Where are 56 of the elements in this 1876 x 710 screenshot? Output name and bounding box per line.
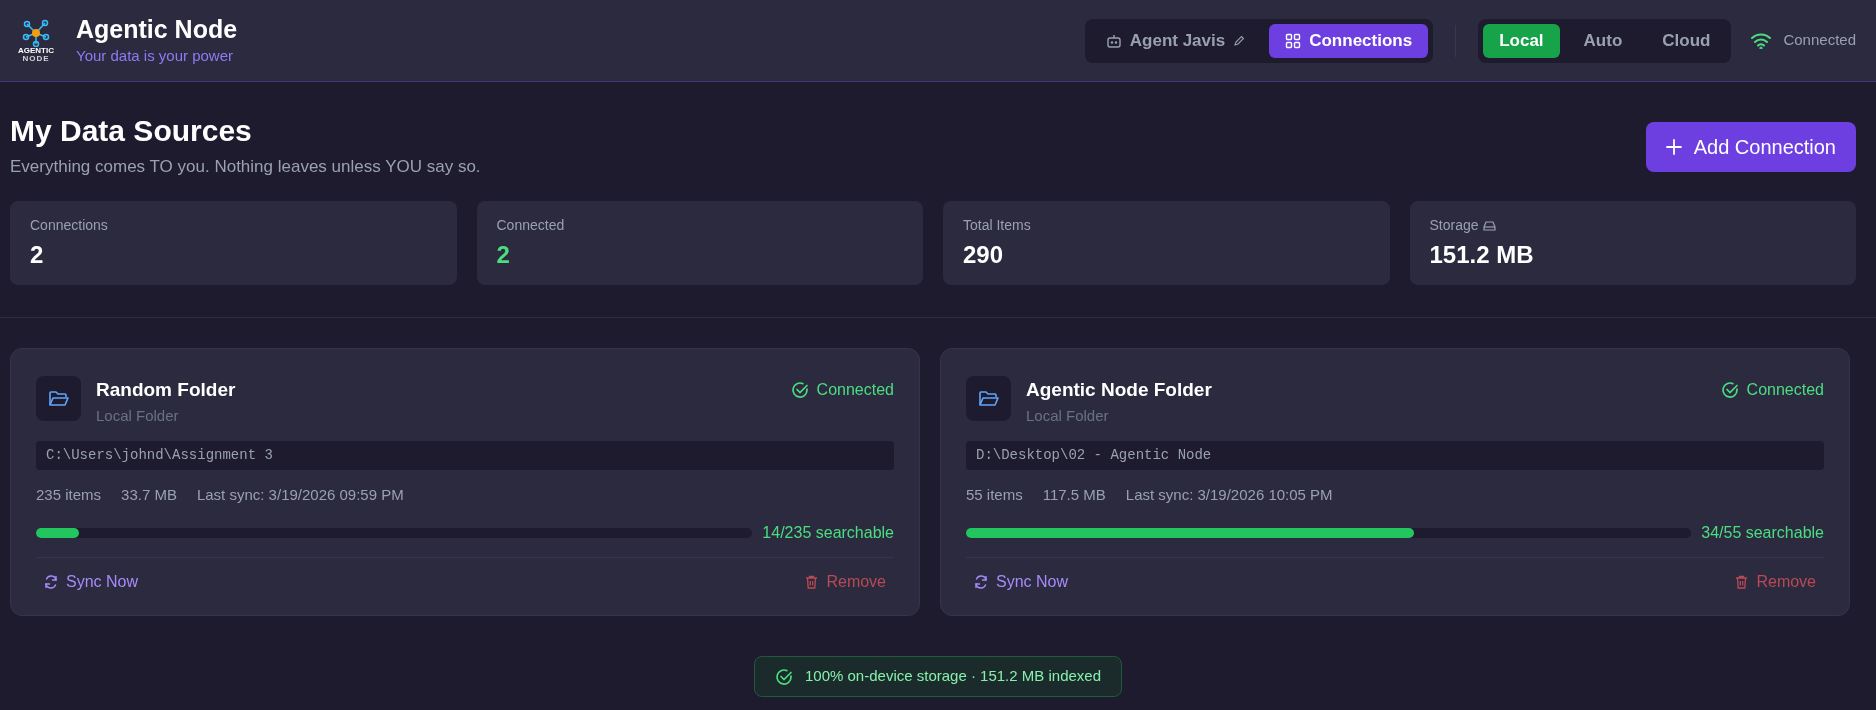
check-circle-icon xyxy=(775,667,793,686)
folder-icon xyxy=(966,376,1011,421)
drive-icon xyxy=(1482,219,1496,232)
item-count: 235 items xyxy=(36,485,102,505)
source-name: Agentic Node Folder xyxy=(1026,378,1212,402)
stat-value: 151.2 MB xyxy=(1429,240,1535,270)
searchable-count: 34/55 searchable xyxy=(1701,522,1824,543)
refresh-icon xyxy=(974,574,988,589)
item-count: 55 items xyxy=(966,485,1023,505)
grid-icon xyxy=(1285,32,1302,49)
stat-label: Connections xyxy=(30,216,108,235)
stat-label: Total Items xyxy=(963,216,1031,235)
logo-icon xyxy=(22,18,50,47)
stat-value: 2 xyxy=(496,240,511,270)
app-title: Agentic Node xyxy=(76,13,238,45)
folder-icon xyxy=(36,376,81,421)
wifi-icon xyxy=(1751,32,1772,49)
connection-status: Connected xyxy=(1783,30,1856,51)
logo-text: AGENTIC xyxy=(18,46,54,55)
view-tab[interactable]: Connections xyxy=(1269,23,1429,58)
pencil-icon xyxy=(1233,34,1246,47)
check-circle-icon xyxy=(790,381,809,399)
view-tab[interactable]: Agent Javis xyxy=(1089,23,1262,58)
page-subtitle: Everything comes TO you. Nothing leaves unless YOU say so. xyxy=(10,155,481,178)
mode-tab[interactable]: Local xyxy=(1483,23,1560,58)
stat-label: Connected xyxy=(496,216,565,235)
mode-tab[interactable]: Cloud xyxy=(1646,23,1727,58)
page-title: My Data Sources xyxy=(10,113,253,149)
source-status: Connected xyxy=(1746,380,1824,400)
last-sync: Last sync: 3/19/2026 10:05 PM xyxy=(1125,485,1333,505)
refresh-icon xyxy=(44,574,58,589)
searchable-count: 14/235 searchable xyxy=(762,522,894,543)
size-text: 117.5 MB xyxy=(1042,485,1106,505)
mode-tab[interactable]: Auto xyxy=(1567,23,1639,58)
sync-button[interactable]: Sync Now xyxy=(974,569,1069,594)
plus-icon xyxy=(1665,139,1682,155)
add-connection-button[interactable]: Add Connection xyxy=(1645,122,1856,172)
stat-value: 2 xyxy=(30,240,45,270)
tagline: Your data is your power xyxy=(76,45,235,66)
sync-button[interactable]: Sync Now xyxy=(44,569,139,594)
source-name: Random Folder xyxy=(96,378,236,402)
last-sync: Last sync: 3/19/2026 09:59 PM xyxy=(196,485,404,505)
robot-icon xyxy=(1105,32,1122,49)
path-field: C:\Users\johnd\Assignment 3 xyxy=(36,441,894,470)
stat-label: Storage xyxy=(1429,216,1479,235)
stat-value: 290 xyxy=(963,240,1005,270)
size-text: 33.7 MB xyxy=(121,485,177,505)
source-status: Connected xyxy=(816,380,894,400)
trash-icon xyxy=(805,574,819,589)
storage-badge: 100% on-device storage · 151.2 MB indexed xyxy=(754,656,1122,697)
check-circle-icon xyxy=(1720,381,1739,399)
source-type: Local Folder xyxy=(96,405,180,426)
logo-text: NODE xyxy=(22,54,50,63)
source-type: Local Folder xyxy=(1026,405,1110,426)
path-field: D:\Desktop\02 - Agentic Node xyxy=(966,441,1824,470)
trash-icon xyxy=(1735,574,1749,589)
